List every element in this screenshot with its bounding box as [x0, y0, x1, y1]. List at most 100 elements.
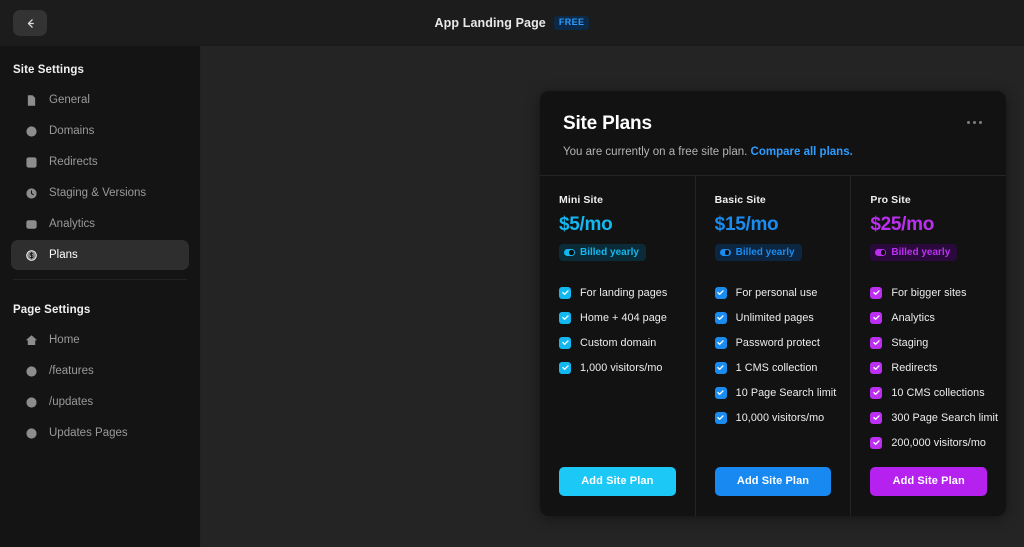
- ellipsis-icon[interactable]: [963, 117, 986, 128]
- feature-list: For personal use Unlimited pages Password …: [714, 280, 836, 430]
- feature-item: For personal use: [714, 280, 832, 305]
- sidebar-item-label: Updates Pages: [49, 427, 128, 439]
- sidebar-item-redirects[interactable]: Redirects: [11, 147, 189, 177]
- sidebar-item-updates-pages[interactable]: Updates Pages: [11, 418, 189, 448]
- feature-label: For personal use: [735, 286, 818, 299]
- feature-label: Redirects: [891, 361, 938, 374]
- check-icon: [559, 311, 571, 324]
- add-site-plan-button[interactable]: Add Site Plan: [870, 467, 988, 496]
- file-icon: [25, 94, 38, 107]
- back-button[interactable]: [13, 10, 47, 36]
- sidebar-item-label: Home: [49, 334, 80, 346]
- check-icon: [870, 336, 883, 349]
- feature-label: Unlimited pages: [735, 311, 814, 324]
- globe-icon: [25, 125, 38, 138]
- main-content: Site Plans You are currently on a free s…: [201, 46, 1024, 547]
- check-icon: [559, 336, 571, 349]
- home-icon: [25, 334, 38, 347]
- feature-label: For landing pages: [580, 286, 668, 299]
- check-icon: [559, 361, 571, 374]
- check-icon: [870, 286, 883, 299]
- check-icon: [870, 311, 883, 324]
- card-title: Site Plans: [563, 113, 652, 134]
- toggle-on-icon: [875, 249, 887, 256]
- sidebar-item-label: Plans: [49, 249, 78, 261]
- feature-item: Password protect: [714, 330, 832, 355]
- plan-name: Mini Site: [559, 194, 604, 206]
- plan-name: Pro Site: [870, 194, 911, 206]
- feature-label: 10 CMS collections: [891, 386, 985, 399]
- page-title: App Landing Page: [434, 15, 546, 30]
- toggle-on-icon: [564, 249, 575, 256]
- check-icon: [714, 311, 727, 324]
- sidebar-item-label: /updates: [49, 396, 94, 408]
- check-icon: [714, 386, 727, 399]
- sidebar-site-list: General Domains Redirects Staging & Version…: [11, 85, 189, 270]
- globe-icon: [25, 365, 38, 378]
- feature-label: 300 Page Search limit: [891, 411, 999, 424]
- feature-item: Custom domain: [559, 330, 676, 355]
- check-icon: [714, 286, 727, 299]
- sidebar-item-label: Domains: [49, 125, 95, 137]
- check-icon: [870, 436, 883, 449]
- plan-price: $5/mo: [559, 214, 613, 235]
- feature-label: 10,000 visitors/mo: [735, 411, 825, 424]
- feature-item: 10,000 visitors/mo: [714, 405, 832, 430]
- check-icon: [870, 411, 883, 424]
- add-site-plan-button[interactable]: Add Site Plan: [714, 467, 832, 496]
- feature-label: Home + 404 page: [580, 311, 667, 324]
- sidebar-heading-page-settings: Page Settings: [13, 304, 91, 316]
- dollar-circle-icon: [25, 249, 38, 262]
- globe-icon: [25, 396, 38, 409]
- plan-columns: Mini Site $5/mo Billed yearly For landing p…: [540, 175, 1006, 516]
- sidebar-item-home[interactable]: Home: [11, 325, 189, 355]
- feature-item: 1 CMS collection: [714, 355, 832, 380]
- feature-item: Home + 404 page: [559, 305, 676, 330]
- plan-name: Basic Site: [714, 194, 766, 206]
- billed-yearly-badge: Billed yearly: [714, 244, 802, 261]
- billed-yearly-badge: Billed yearly: [559, 244, 646, 261]
- add-site-plan-button[interactable]: Add Site Plan: [559, 467, 676, 496]
- sidebar-item-label: /features: [49, 365, 94, 377]
- sidebar-item-features[interactable]: /features: [11, 356, 189, 386]
- sidebar-item-label: Staging & Versions: [49, 187, 147, 199]
- sidebar-item-updates[interactable]: /updates: [11, 387, 189, 417]
- plan-column-pro-site: Pro Site $25/mo Billed yearly For bigger si…: [851, 176, 1006, 516]
- globe-icon: [25, 427, 38, 440]
- feature-label: 1,000 visitors/mo: [580, 361, 663, 374]
- plan-column-mini-site: Mini Site $5/mo Billed yearly For landing p…: [540, 176, 696, 516]
- plan-column-basic-site: Basic Site $15/mo Billed yearly For persona…: [696, 176, 852, 516]
- compare-all-plans-link[interactable]: Compare all plans.: [751, 146, 853, 158]
- feature-item: Redirects: [870, 355, 987, 380]
- billed-yearly-label: Billed yearly: [891, 247, 951, 258]
- feature-label: 200,000 visitors/mo: [891, 436, 986, 449]
- check-icon: [714, 361, 727, 374]
- sidebar-item-label: General: [49, 94, 90, 106]
- top-bar-center: App Landing Page FREE: [0, 15, 1024, 30]
- feature-item: Analytics: [870, 305, 987, 330]
- billed-yearly-label: Billed yearly: [580, 247, 639, 258]
- feature-label: Custom domain: [580, 336, 657, 349]
- card-subtitle-text: You are currently on a free site plan.: [563, 146, 748, 158]
- sidebar-item-analytics[interactable]: Analytics: [11, 209, 189, 239]
- plan-price: $15/mo: [714, 214, 779, 235]
- sidebar: Site Settings General Domains Redirects Sta…: [0, 46, 201, 547]
- body: Site Settings General Domains Redirects Sta…: [0, 46, 1024, 547]
- check-icon: [870, 361, 883, 374]
- feature-item: 10 Page Search limit: [714, 380, 836, 405]
- sidebar-item-label: Analytics: [49, 218, 96, 230]
- feature-item: 200,000 visitors/mo: [870, 430, 987, 455]
- top-bar: App Landing Page FREE: [0, 0, 1024, 46]
- sidebar-item-domains[interactable]: Domains: [11, 116, 189, 146]
- feature-label: 1 CMS collection: [735, 361, 818, 374]
- sidebar-item-plans[interactable]: Plans: [11, 240, 189, 270]
- sidebar-item-staging-versions[interactable]: Staging & Versions: [11, 178, 189, 208]
- sidebar-heading-site-settings: Site Settings: [13, 64, 84, 76]
- card-subtitle: You are currently on a free site plan. C…: [563, 146, 983, 158]
- sidebar-item-label: Redirects: [49, 156, 98, 168]
- site-plans-card: Site Plans You are currently on a free s…: [540, 91, 1006, 516]
- sidebar-item-general[interactable]: General: [11, 85, 189, 115]
